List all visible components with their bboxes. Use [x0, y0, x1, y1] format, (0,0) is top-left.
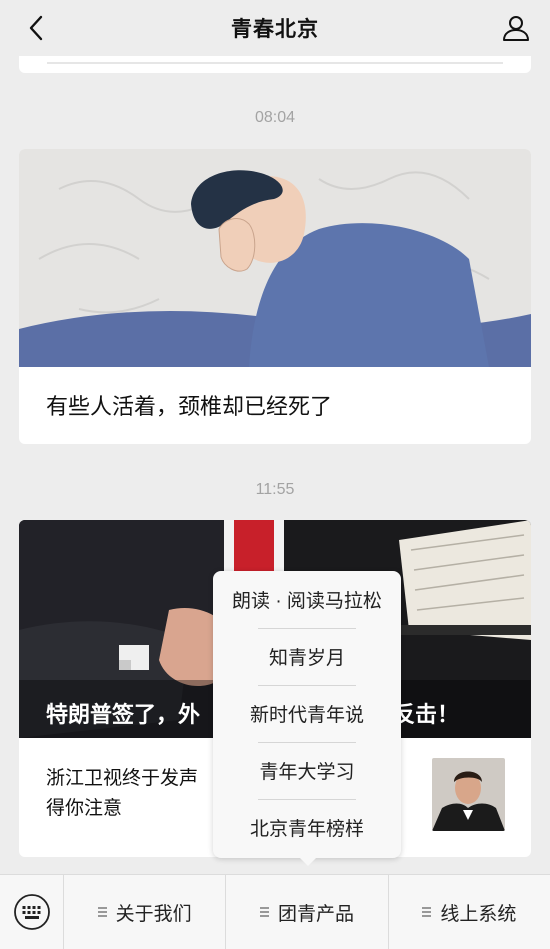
page-title: 青春北京 [231, 18, 319, 41]
article-cover-image [19, 149, 531, 367]
submenu-popup: 朗读 · 阅读马拉松 知青岁月 新时代青年说 青年大学习 北京青年榜样 [213, 571, 401, 866]
submenu-item[interactable]: 青年大学习 [213, 742, 401, 799]
nav-header: 青春北京 [0, 0, 550, 56]
menu-lines-icon [97, 905, 107, 920]
menu-tab-about-us[interactable]: 关于我们 [64, 875, 227, 949]
chevron-left-icon [29, 15, 43, 41]
submenu-item[interactable]: 新时代青年说 [213, 685, 401, 742]
bottom-menu-bar: 关于我们 团青产品 线上系统 [0, 874, 550, 949]
menu-lines-icon [422, 905, 432, 920]
keyboard-toggle-button[interactable] [0, 875, 64, 949]
popup-pointer [299, 857, 317, 866]
submenu-item[interactable]: 知青岁月 [213, 628, 401, 685]
submenu-item[interactable]: 朗读 · 阅读马拉松 [213, 571, 401, 628]
profile-button[interactable] [498, 10, 534, 46]
article-card[interactable]: 有些人活着，颈椎却已经死了 [19, 149, 531, 444]
person-icon [503, 16, 529, 41]
article-thumbnail [432, 758, 505, 831]
previous-card-stub [19, 56, 531, 73]
menu-lines-icon [259, 905, 269, 920]
submenu-item[interactable]: 北京青年榜样 [213, 799, 401, 856]
menu-tab-online-system[interactable]: 线上系统 [389, 875, 550, 949]
article-overlay-title: 特朗普签了，外 反击！ [46, 702, 460, 727]
timestamp: 08:04 [254, 109, 296, 126]
back-button[interactable] [20, 12, 52, 44]
keyboard-icon [13, 894, 50, 930]
timestamp: 11:55 [255, 481, 295, 498]
menu-tab-products[interactable]: 团青产品 [226, 875, 389, 949]
article-title: 有些人活着，颈椎却已经死了 [46, 394, 333, 419]
